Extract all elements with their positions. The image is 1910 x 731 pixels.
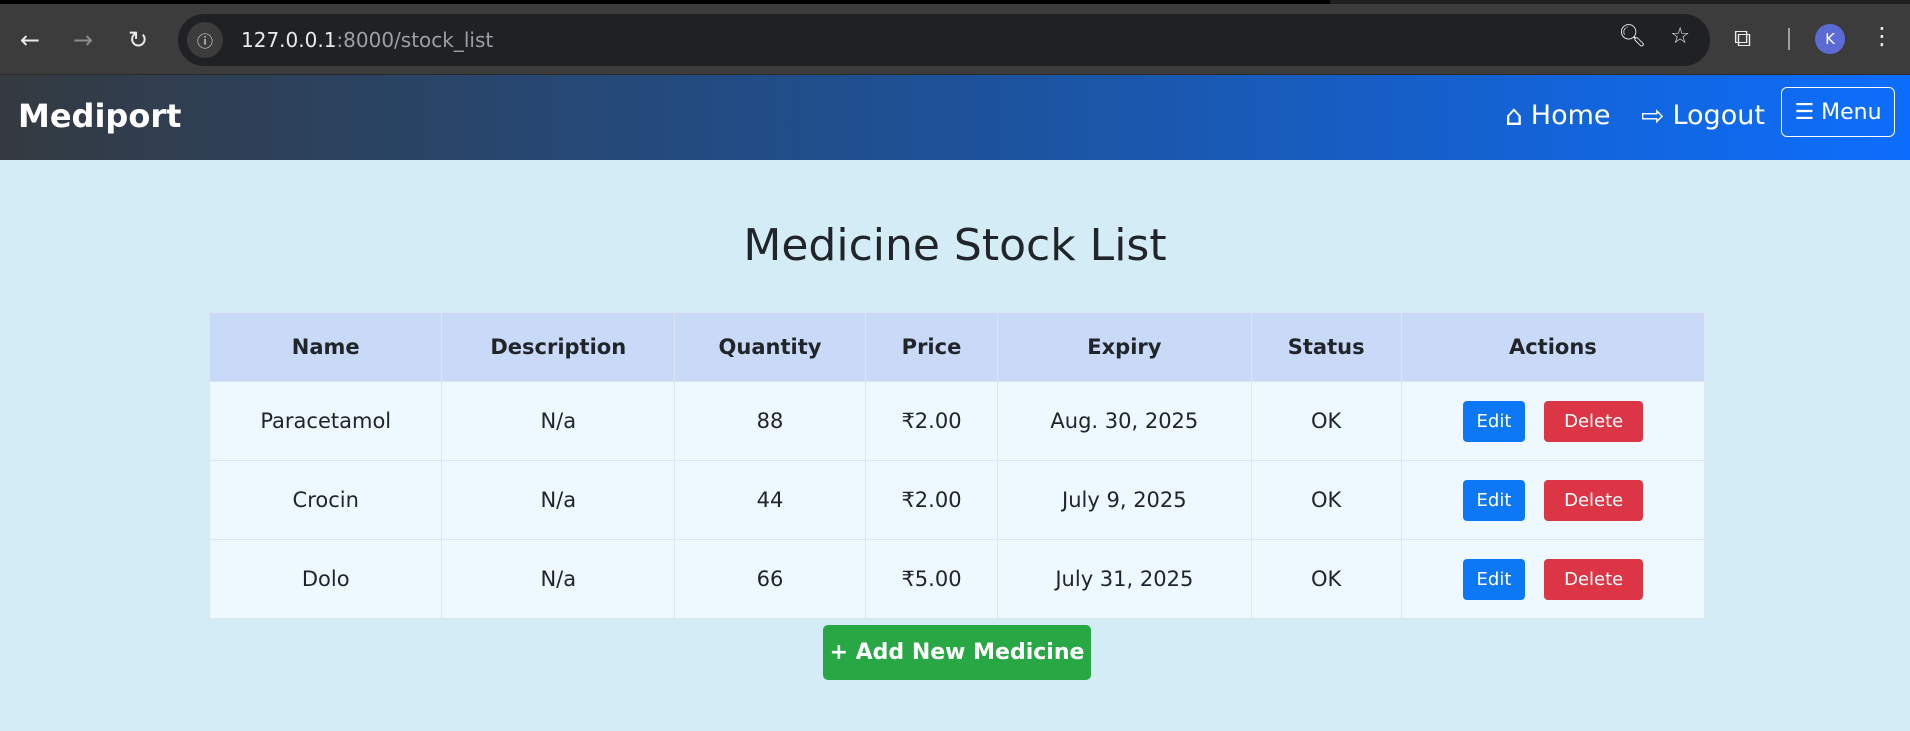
profile-avatar[interactable]: K <box>1815 24 1845 54</box>
address-bar[interactable]: ⓘ 127.0.0.1:8000/stock_list 🔍︎ ☆ <box>178 14 1710 66</box>
brand-logo[interactable]: Mediport <box>18 97 181 135</box>
col-header-description: Description <box>441 312 676 382</box>
reload-icon[interactable]: ↻ <box>120 22 156 58</box>
col-header-expiry: Expiry <box>997 312 1252 382</box>
cell-description: N/a <box>441 460 676 540</box>
col-header-price: Price <box>864 312 999 382</box>
cell-quantity: 44 <box>674 460 866 540</box>
edit-button[interactable]: Edit <box>1462 479 1526 521</box>
bookmark-star-icon[interactable]: ☆ <box>1670 24 1690 49</box>
cell-actions: Edit Delete <box>1400 460 1706 540</box>
col-header-actions: Actions <box>1400 312 1706 382</box>
page-title: Medicine Stock List <box>743 220 1167 271</box>
cell-actions: Edit Delete <box>1400 539 1706 619</box>
cell-quantity: 66 <box>674 539 866 619</box>
cell-name: Crocin <box>208 460 443 540</box>
tab-strip <box>0 0 1910 4</box>
extensions-icon[interactable]: ⧉ <box>1734 24 1751 52</box>
cell-expiry: July 9, 2025 <box>997 460 1252 540</box>
cell-name: Dolo <box>208 539 443 619</box>
app-navbar: Mediport ⌂ Home ⇨ Logout ☰ Menu <box>0 75 1910 160</box>
cell-status: OK <box>1250 539 1402 619</box>
home-icon: ⌂ <box>1505 99 1523 132</box>
toolbar-divider <box>1788 28 1790 50</box>
site-info-icon[interactable]: ⓘ <box>187 22 223 58</box>
cell-price: ₹5.00 <box>864 539 999 619</box>
browser-chrome: ← → ↻ ⓘ 127.0.0.1:8000/stock_list 🔍︎ ☆ ⧉… <box>0 0 1910 75</box>
menu-button[interactable]: ☰ Menu <box>1781 87 1895 137</box>
stock-table: Name Description Quantity Price Expiry S… <box>208 312 1706 619</box>
cell-status: OK <box>1250 460 1402 540</box>
forward-icon[interactable]: → <box>65 22 101 58</box>
browser-menu-icon[interactable]: ⋮ <box>1870 22 1894 50</box>
cell-price: ₹2.00 <box>864 460 999 540</box>
delete-button[interactable]: Delete <box>1544 558 1644 600</box>
cell-quantity: 88 <box>674 381 866 461</box>
nav-home-label: Home <box>1530 100 1611 131</box>
edit-button[interactable]: Edit <box>1462 400 1526 442</box>
back-icon[interactable]: ← <box>12 22 48 58</box>
nav-logout-label: Logout <box>1672 100 1765 131</box>
zoom-icon[interactable]: 🔍︎ <box>1618 24 1646 49</box>
cell-expiry: July 31, 2025 <box>997 539 1252 619</box>
edit-button[interactable]: Edit <box>1462 558 1526 600</box>
cell-name: Paracetamol <box>208 381 443 461</box>
table-header-row: Name Description Quantity Price Expiry S… <box>208 312 1706 382</box>
table-row: Dolo N/a 66 ₹5.00 July 31, 2025 OK Edit … <box>208 539 1706 619</box>
col-header-quantity: Quantity <box>674 312 866 382</box>
cell-expiry: Aug. 30, 2025 <box>997 381 1252 461</box>
delete-button[interactable]: Delete <box>1544 400 1644 442</box>
col-header-name: Name <box>208 312 443 382</box>
cell-status: OK <box>1250 381 1402 461</box>
add-medicine-button[interactable]: + Add New Medicine <box>823 625 1091 680</box>
col-header-status: Status <box>1250 312 1402 382</box>
cell-description: N/a <box>441 539 676 619</box>
delete-button[interactable]: Delete <box>1544 479 1644 521</box>
table-row: Crocin N/a 44 ₹2.00 July 9, 2025 OK Edit… <box>208 460 1706 540</box>
cell-description: N/a <box>441 381 676 461</box>
nav-logout-link[interactable]: ⇨ Logout <box>1641 99 1765 132</box>
url-text[interactable]: 127.0.0.1:8000/stock_list <box>241 28 493 52</box>
logout-icon: ⇨ <box>1641 99 1665 132</box>
nav-home-link[interactable]: ⌂ Home <box>1505 99 1611 132</box>
table-row: Paracetamol N/a 88 ₹2.00 Aug. 30, 2025 O… <box>208 381 1706 461</box>
cell-actions: Edit Delete <box>1400 381 1706 461</box>
cell-price: ₹2.00 <box>864 381 999 461</box>
